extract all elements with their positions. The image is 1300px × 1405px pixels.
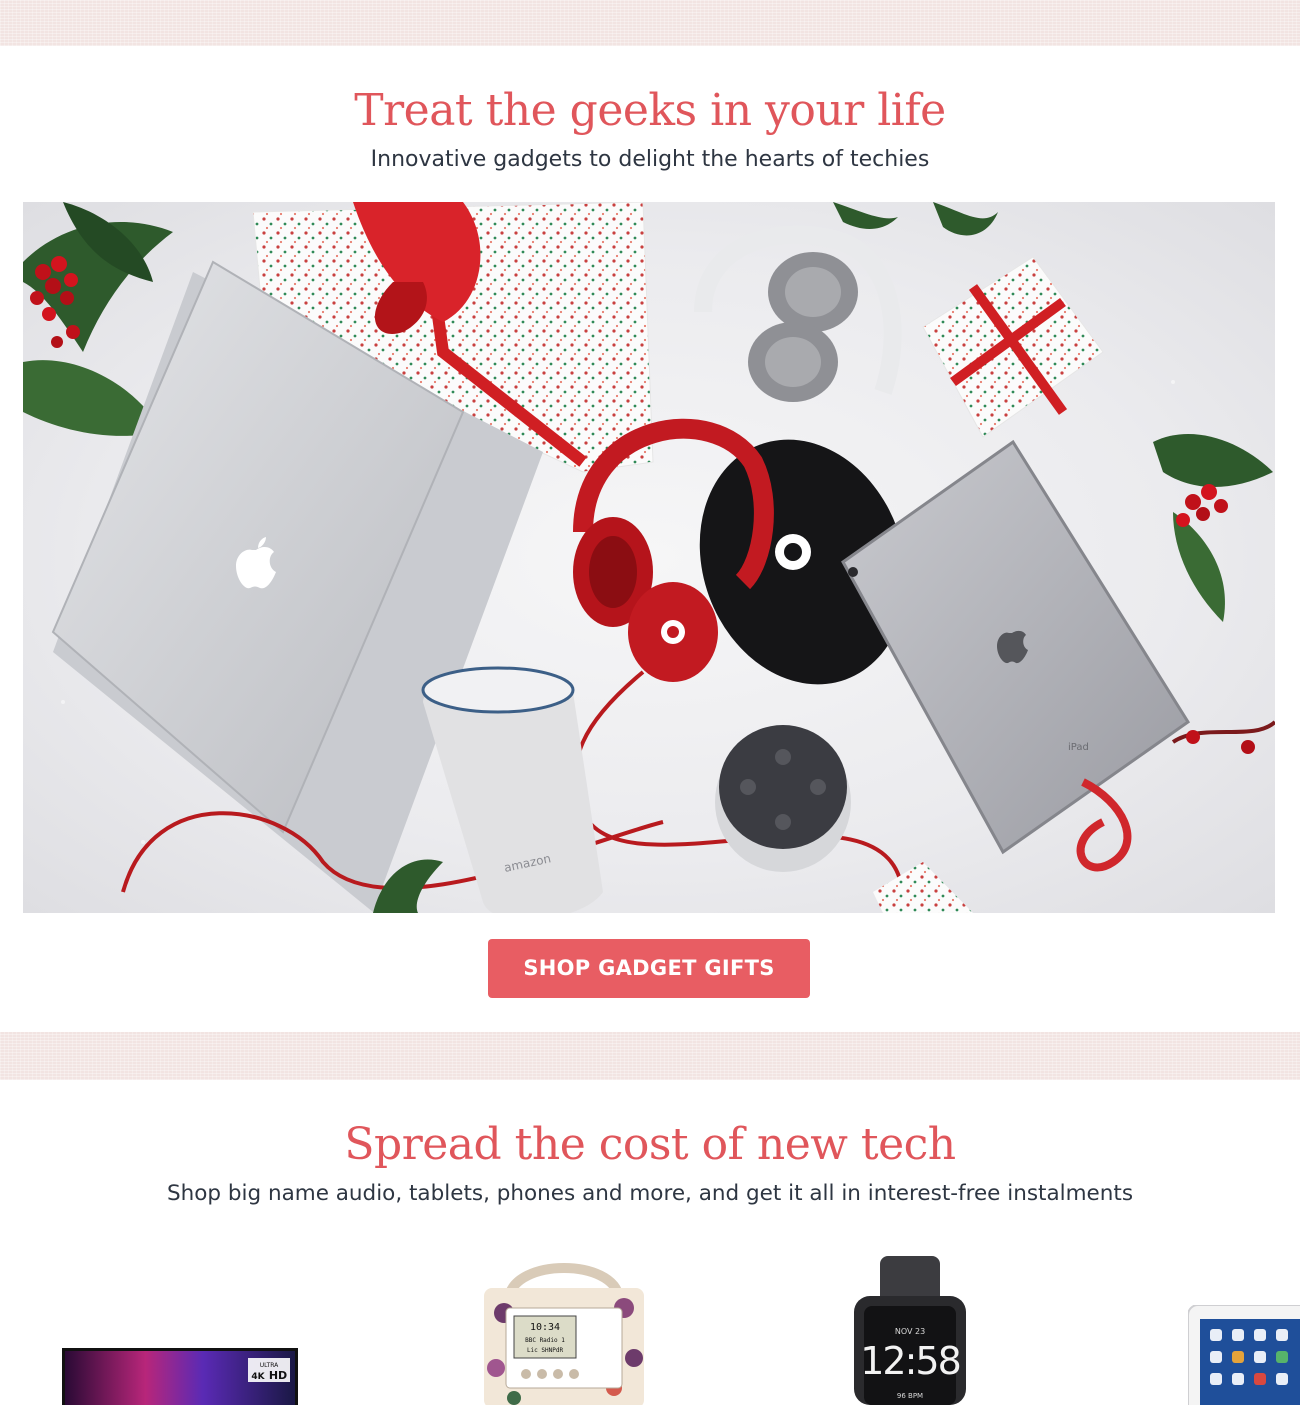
gadgets-section: Treat the geeks in your life Innovative …	[0, 46, 1300, 1032]
tv-badge-ultra: ULTRA	[260, 1362, 279, 1369]
echo-dot-illustration	[715, 725, 851, 872]
product-floral-radio[interactable]: 10:34 BBC Radio 1 Lic SHNPdR	[484, 1248, 644, 1405]
ipad-illustration: iPad	[841, 439, 1191, 855]
tech-headline: Spread the cost of new tech	[344, 1119, 956, 1170]
watch-time: 12:58	[860, 1339, 960, 1383]
gadget-gifts-hero-image[interactable]: iPad amazon	[23, 202, 1275, 913]
product-tv[interactable]: ULTRA 4K HD	[62, 1348, 298, 1405]
amazon-echo-illustration: amazon	[421, 666, 603, 913]
radio-screen-time: 10:34	[530, 1322, 560, 1333]
linen-background-top	[0, 0, 1300, 46]
ipad-label: iPad	[1068, 742, 1089, 753]
product-smartwatch[interactable]: NOV 23 12:58 96 BPM	[852, 1256, 968, 1405]
ipad-apple-logo-icon	[997, 630, 1028, 664]
watch-bpm: 96 BPM	[897, 1392, 923, 1400]
tech-finance-section: Spread the cost of new tech Shop big nam…	[0, 1080, 1300, 1405]
holly-right	[1153, 433, 1273, 622]
tv-badge-4k: 4K	[251, 1372, 265, 1382]
headphones-grey	[694, 225, 902, 402]
tv-image: ULTRA 4K HD	[62, 1348, 298, 1405]
tech-subline: Shop big name audio, tablets, phones and…	[166, 1181, 1134, 1206]
tablet-image	[1187, 1304, 1300, 1405]
product-tablet[interactable]	[1187, 1304, 1300, 1405]
gift-box-small	[922, 256, 1104, 438]
ribbon-curl	[1076, 778, 1132, 872]
smartwatch-image: NOV 23 12:58 96 BPM	[854, 1256, 966, 1405]
linen-background-middle	[0, 1032, 1300, 1080]
hero-illustration: iPad amazon	[23, 202, 1275, 913]
tv-badge-hd: HD	[269, 1369, 287, 1382]
watch-date: NOV 23	[895, 1327, 925, 1336]
gadgets-headline: Treat the geeks in your life	[354, 85, 946, 136]
gadgets-subline: Innovative gadgets to delight the hearts…	[370, 147, 930, 172]
holly-top-right	[833, 202, 998, 236]
radio-screen-info: Lic SHNPdR	[527, 1347, 564, 1354]
gift-box-corner	[873, 862, 973, 913]
shop-gadget-gifts-button[interactable]: SHOP GADGET GIFTS	[488, 939, 810, 998]
radio-screen-station: BBC Radio 1	[525, 1337, 565, 1344]
radio-image: 10:34 BBC Radio 1 Lic SHNPdR	[484, 1263, 644, 1405]
